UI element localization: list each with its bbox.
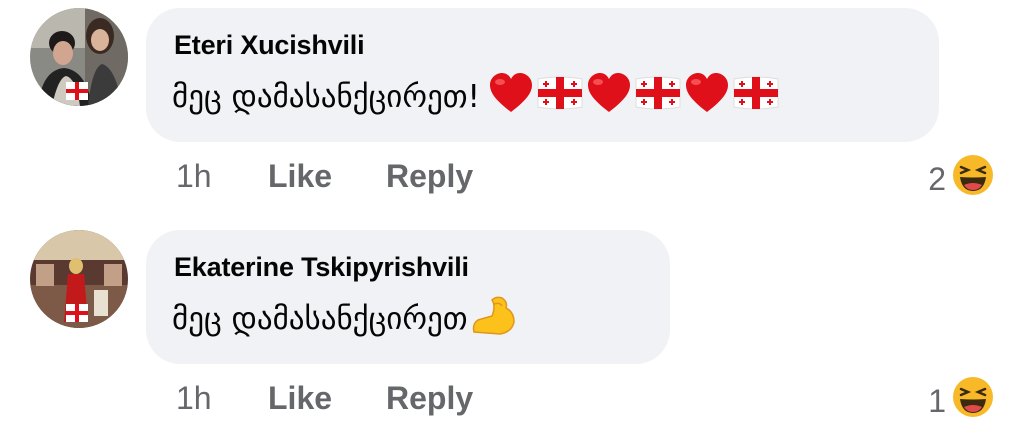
reaction-summary[interactable]: 1 [928,376,994,426]
avatar[interactable] [30,8,128,106]
comment-timestamp[interactable]: 1h [176,158,212,195]
reaction-summary[interactable]: 2 [928,154,994,204]
heart-icon [684,72,730,122]
comment-text: მეც დამასანქცირეთ [172,294,516,344]
georgia-flag-icon [536,75,584,119]
profile-photo-icon [30,8,128,106]
heart-icon [488,72,534,122]
heart-icon [586,72,632,122]
comment-text: მეც დამასანქცირეთ! [172,72,780,122]
laughing-face-icon [952,154,994,204]
comment-text-body: მეც დამასანქცირეთ [172,301,468,337]
comment-author[interactable]: Ekaterine Tskipyrishvili [174,252,469,283]
flexed-biceps-icon [470,294,516,344]
reply-button[interactable]: Reply [386,158,473,195]
comment-author[interactable]: Eteri Xucishvili [174,30,365,61]
georgia-flag-icon [634,75,682,119]
like-button[interactable]: Like [268,380,332,417]
laughing-face-icon [952,376,994,426]
reply-button[interactable]: Reply [386,380,473,417]
comment-bubble: Ekaterine Tskipyrishvili მეც დამასანქცირ… [146,230,670,364]
comment: Ekaterine Tskipyrishvili მეც დამასანქცირ… [0,215,1024,433]
comment-bubble: Eteri Xucishvili მეც დამასანქცირეთ! [146,8,939,142]
reaction-count: 1 [928,382,946,419]
comment-timestamp[interactable]: 1h [176,380,212,417]
like-button[interactable]: Like [268,158,332,195]
comment: Eteri Xucishvili მეც დამასანქცირეთ! 1h L… [0,0,1024,215]
reaction-count: 2 [928,160,946,197]
avatar[interactable] [30,230,128,328]
georgia-flag-icon [732,75,780,119]
comment-text-body: მეც დამასანქცირეთ! [172,79,480,115]
profile-photo-icon [30,230,128,328]
